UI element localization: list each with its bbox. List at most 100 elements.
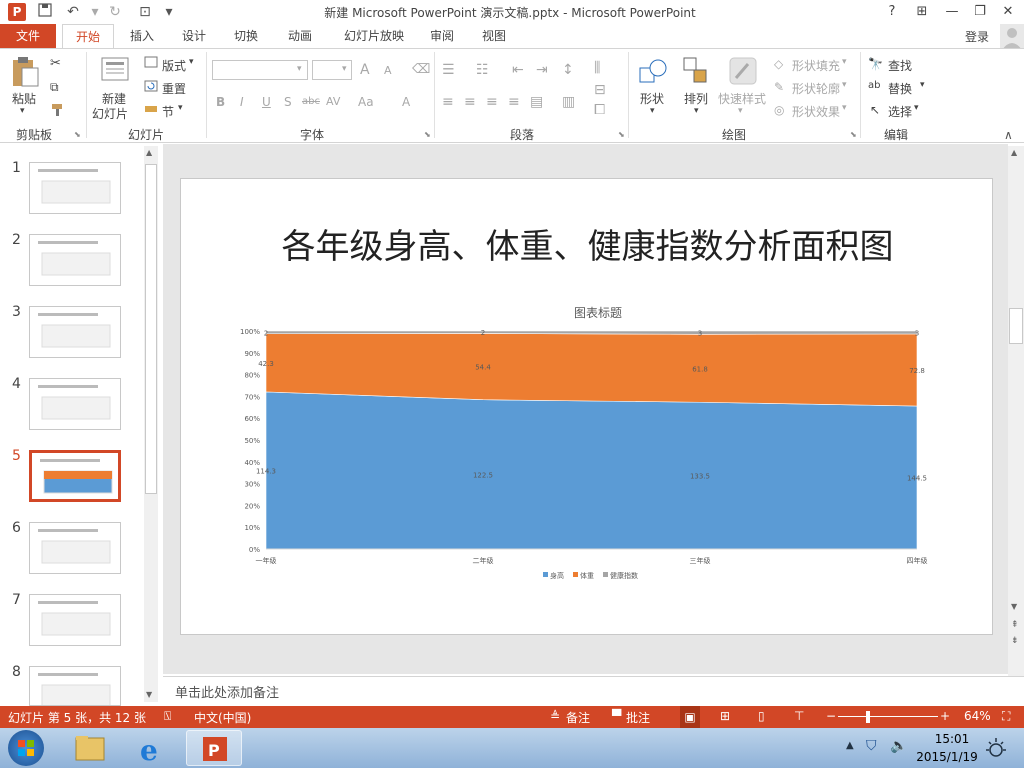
slide-thumbnail-2[interactable]	[29, 234, 121, 286]
change-case-button[interactable]: Aa	[358, 95, 374, 109]
slide-thumbnail-4[interactable]	[29, 378, 121, 430]
layout-dropdown-icon[interactable]: ▾	[189, 57, 194, 67]
area-series-3[interactable]	[265, 330, 918, 335]
dialog-launcher-icon[interactable]: ⬊	[850, 130, 857, 139]
next-slide-icon[interactable]: ⇟	[1011, 636, 1019, 646]
reading-view-icon[interactable]: ▯	[758, 709, 765, 723]
bullets-icon[interactable]: ☰	[442, 62, 455, 78]
decrease-indent-icon[interactable]: ⇤	[512, 62, 524, 78]
tab-view[interactable]: 视图	[472, 24, 516, 48]
bold-button[interactable]: B	[216, 95, 225, 109]
volume-icon[interactable]: 🔈	[890, 738, 907, 754]
text-direction-icon[interactable]: ⫼	[594, 60, 600, 76]
layout-icon[interactable]	[144, 56, 158, 71]
slide-thumbnail-7[interactable]	[29, 594, 121, 646]
zoom-slider-thumb[interactable]	[866, 711, 870, 723]
zoom-slider-track[interactable]	[838, 716, 938, 717]
slide-thumbnail-3[interactable]	[29, 306, 121, 358]
quick-styles-icon[interactable]	[728, 56, 758, 89]
paste-icon[interactable]	[10, 56, 40, 91]
slide-thumbnail-6[interactable]	[29, 522, 121, 574]
justify-icon[interactable]: ≡	[508, 94, 520, 110]
language-indicator[interactable]: 中文(中国)	[194, 709, 251, 726]
clear-formatting-icon[interactable]: ⌫	[412, 62, 430, 77]
paste-button[interactable]: 粘贴	[12, 90, 36, 107]
quick-styles-button[interactable]: 快速样式	[718, 90, 766, 107]
tab-insert[interactable]: 插入	[120, 24, 164, 48]
select-cursor-icon[interactable]: ↖	[870, 103, 880, 117]
grow-font-button[interactable]: A	[360, 62, 370, 78]
area-chart[interactable]: 图表标题 0% 10% 20% 30% 40% 50% 60% 70% 80% 90% 100% 114…	[221, 299, 961, 589]
zoom-level[interactable]: 64%	[964, 709, 991, 723]
align-center-icon[interactable]: ≡	[464, 94, 476, 110]
slideshow-view-icon[interactable]: ⊤	[794, 709, 804, 723]
shape-outline-icon[interactable]: ✎	[774, 80, 784, 94]
smartart-icon[interactable]: ⧠	[594, 102, 605, 118]
undo-icon[interactable]: ↶	[64, 3, 82, 21]
slide-thumbnail-8[interactable]	[29, 666, 121, 706]
font-color-button[interactable]: A	[402, 95, 410, 109]
slide-thumbnail-1[interactable]	[29, 162, 121, 214]
notes-toggle-icon[interactable]: ≜	[550, 709, 560, 723]
scroll-down-icon[interactable]: ▼	[146, 690, 152, 699]
slide-thumbnail-5[interactable]	[29, 450, 121, 502]
save-icon[interactable]	[36, 3, 54, 21]
login-link[interactable]: 登录	[965, 28, 989, 45]
select-dropdown-icon[interactable]: ▾	[914, 103, 919, 113]
arrange-dropdown-icon[interactable]: ▾	[694, 106, 699, 116]
character-spacing-button[interactable]: AV	[326, 95, 340, 108]
distributed-icon[interactable]: ▤	[530, 94, 543, 110]
columns-icon[interactable]: ▥	[562, 94, 575, 110]
shape-effects-icon[interactable]: ◎	[774, 103, 784, 117]
section-button[interactable]: 节	[162, 103, 174, 120]
scrollbar-thumb[interactable]	[1009, 308, 1023, 344]
comments-button[interactable]: 批注	[626, 709, 650, 726]
font-name-dropdown-icon[interactable]: ▾	[297, 64, 302, 74]
arrange-icon[interactable]	[682, 56, 710, 89]
quick-styles-dropdown-icon[interactable]: ▾	[738, 106, 743, 116]
shape-fill-dropdown-icon[interactable]: ▾	[842, 57, 847, 67]
strikethrough-button[interactable]: abc	[302, 96, 320, 107]
internet-explorer-icon[interactable]: e	[124, 730, 180, 767]
shadow-button[interactable]: S	[284, 95, 292, 109]
find-icon[interactable]: 🔭	[868, 57, 883, 71]
shapes-button[interactable]: 形状	[640, 90, 664, 107]
shape-outline-button[interactable]: 形状轮廓	[792, 80, 840, 97]
shapes-icon[interactable]	[638, 56, 670, 91]
legend-entry[interactable]: 体重	[580, 571, 594, 580]
redo-icon[interactable]: ↻	[106, 3, 124, 21]
align-text-icon[interactable]: ⊟	[594, 82, 606, 98]
notes-toggle-button[interactable]: 备注	[566, 709, 590, 726]
section-dropdown-icon[interactable]: ▾	[178, 103, 183, 113]
underline-button[interactable]: U	[262, 95, 271, 109]
notes-pane[interactable]: 单击此处添加备注	[163, 676, 1024, 706]
spelling-icon[interactable]: ⍂	[164, 709, 171, 724]
security-shield-icon[interactable]: ⛉	[866, 738, 877, 754]
font-size-dropdown-icon[interactable]: ▾	[342, 64, 347, 74]
increase-indent-icon[interactable]: ⇥	[536, 62, 548, 78]
restore-icon[interactable]: ❐	[968, 2, 992, 22]
ribbon-display-options-icon[interactable]: ⊞	[910, 2, 934, 22]
powerpoint-taskbar-icon[interactable]: P	[186, 730, 242, 766]
format-painter-icon[interactable]	[50, 102, 66, 119]
tab-transitions[interactable]: 切换	[224, 24, 268, 48]
notes-placeholder[interactable]: 单击此处添加备注	[175, 682, 279, 701]
layout-button[interactable]: 版式	[162, 57, 186, 74]
notification-icon[interactable]	[984, 736, 1008, 763]
zoom-in-icon[interactable]: +	[940, 709, 950, 723]
align-right-icon[interactable]: ≡	[486, 94, 498, 110]
line-spacing-icon[interactable]: ↕	[562, 62, 574, 78]
shape-fill-button[interactable]: 形状填充	[792, 57, 840, 74]
slide-sorter-icon[interactable]: ⊞	[720, 709, 730, 723]
scroll-up-icon[interactable]: ▲	[146, 148, 152, 157]
normal-view-icon[interactable]: ▣	[680, 706, 700, 728]
file-explorer-icon[interactable]	[62, 730, 118, 766]
replace-dropdown-icon[interactable]: ▾	[920, 80, 925, 90]
start-slideshow-icon[interactable]: ⊡	[136, 3, 154, 21]
powerpoint-logo-icon[interactable]: P	[8, 3, 26, 21]
slide-canvas[interactable]: 各年级身高、体重、健康指数分析面积图 图表标题 0% 10% 20% 30% 40% 50%…	[180, 178, 993, 635]
numbering-icon[interactable]: ☷	[476, 62, 489, 78]
previous-slide-icon[interactable]: ⇞	[1011, 620, 1019, 630]
scroll-up-icon[interactable]: ▲	[1011, 148, 1017, 157]
dialog-launcher-icon[interactable]: ⬊	[618, 130, 625, 139]
